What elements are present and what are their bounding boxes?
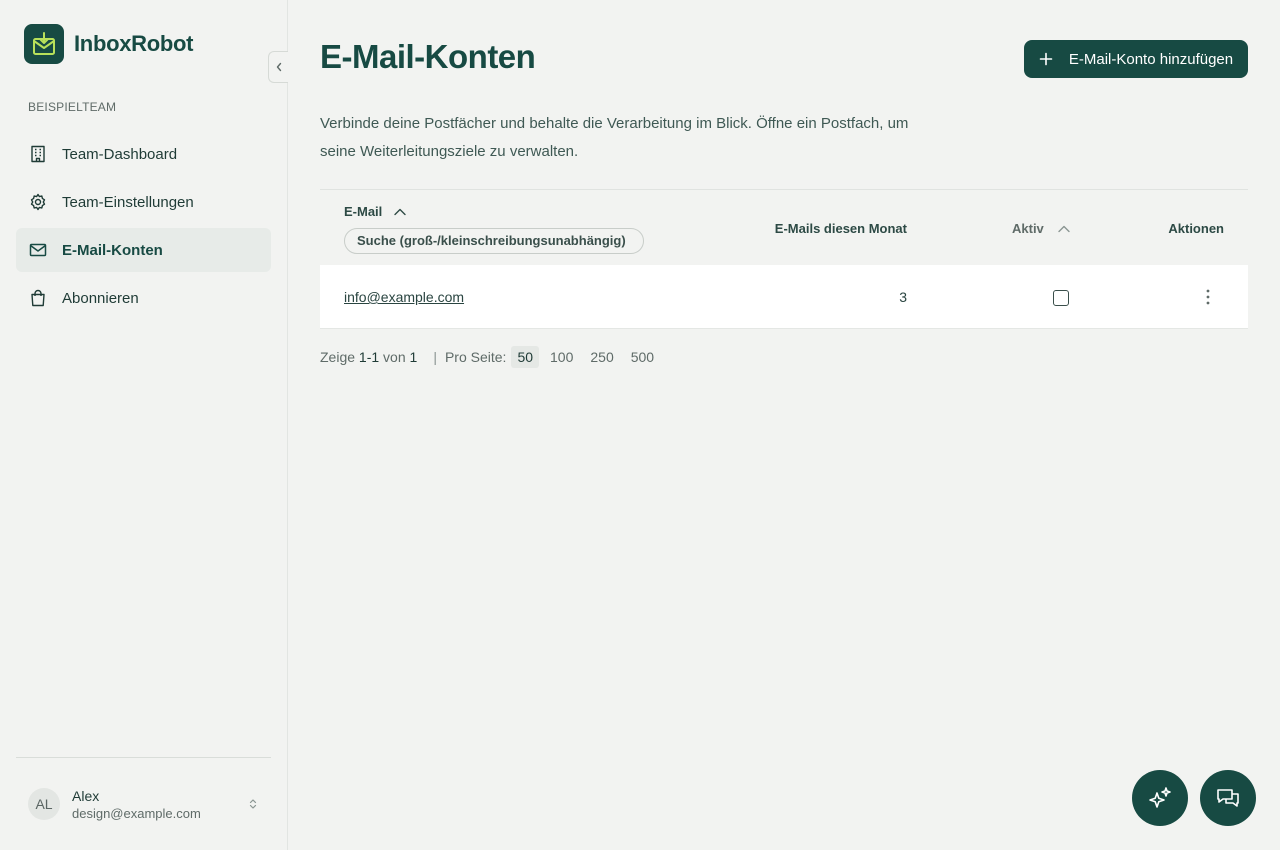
app-name: InboxRobot (74, 31, 194, 56)
sidebar-item-label: Team-Dashboard (62, 145, 178, 163)
sort-ascending-icon (394, 208, 406, 215)
sidebar-item-team-dashboard[interactable]: Team-Dashboard (16, 132, 271, 176)
chat-bubbles-icon (1217, 789, 1239, 807)
column-header-active[interactable]: Aktiv (1012, 221, 1070, 236)
row-actions-button[interactable] (1199, 287, 1217, 307)
add-button-label: E-Mail-Konto hinzufügen (1068, 50, 1234, 68)
ai-assistant-button[interactable] (1132, 770, 1188, 826)
more-vertical-icon (1206, 289, 1210, 305)
pagination-of-label: von (383, 349, 406, 365)
per-page-option-250[interactable]: 250 (584, 346, 619, 368)
chat-support-button[interactable] (1200, 770, 1256, 826)
column-header-email[interactable]: E-Mail (344, 204, 406, 219)
sidebar-collapse-button[interactable] (268, 51, 288, 83)
active-checkbox[interactable] (1053, 290, 1069, 306)
emails-this-month-value: 3 (899, 289, 907, 305)
user-email: design@example.com (72, 805, 201, 821)
sidebar-item-subscribe[interactable]: Abonnieren (16, 276, 271, 320)
sidebar-item-label: Team-Einstellungen (62, 193, 194, 211)
user-info: Alex design@example.com (72, 788, 201, 821)
avatar: AL (28, 788, 60, 820)
gear-icon (28, 192, 48, 212)
mail-icon (28, 240, 48, 260)
page-title: E-Mail-Konten (320, 38, 536, 75)
column-header-label: E-Mail (344, 204, 383, 219)
pagination: Zeige 1-1 von 1 | Pro Seite: 50 100 250 … (320, 345, 660, 369)
shopping-bag-icon (28, 288, 48, 308)
sidebar-nav: Team-Dashboard Team-Einstellungen E-Mail… (16, 132, 271, 324)
sidebar: InboxRobot BEISPIELTEAM Team-Dashboard T… (0, 0, 288, 850)
sidebar-item-label: E-Mail-Konten (62, 241, 163, 259)
sidebar-item-label: Abonnieren (62, 289, 139, 307)
page-description: Verbinde deine Postfächer und behalte di… (320, 115, 909, 160)
pagination-total: 1 (409, 349, 418, 365)
column-header-emails-this-month[interactable]: E-Mails diesen Monat (775, 221, 907, 236)
chevron-left-icon (276, 62, 281, 72)
column-header-label: Aktiv (1012, 221, 1044, 236)
chevron-up-down-icon (249, 799, 257, 809)
per-page-option-50[interactable]: 50 (511, 346, 540, 368)
user-name: Alex (72, 787, 100, 804)
team-name-label: BEISPIELTEAM (28, 100, 117, 114)
email-account-link[interactable]: info@example.com (344, 289, 464, 305)
add-email-account-button[interactable]: E-Mail-Konto hinzufügen (1024, 40, 1248, 78)
plus-icon (1039, 52, 1053, 66)
table-header: E-Mail Suche (groß-/kleinschreibungsunab… (320, 189, 1248, 265)
pagination-separator: | (433, 349, 437, 365)
inbox-robot-logo-icon (24, 24, 64, 64)
email-search-input[interactable]: Suche (groß-/kleinschreibungsunabhängig) (344, 228, 644, 254)
pagination-range: 1-1 (358, 349, 380, 365)
user-menu[interactable]: AL Alex design@example.com (16, 757, 271, 850)
sparkles-icon (1149, 787, 1171, 808)
email-accounts-table: E-Mail Suche (groß-/kleinschreibungsunab… (320, 189, 1248, 329)
per-page-option-500[interactable]: 500 (625, 346, 660, 368)
sidebar-item-team-settings[interactable]: Team-Einstellungen (16, 180, 271, 224)
sort-icon (1058, 225, 1070, 232)
app-logo[interactable]: InboxRobot (24, 24, 194, 64)
pagination-prefix: Zeige (320, 349, 356, 365)
table-row[interactable]: info@example.com 3 (320, 265, 1248, 329)
building-icon (28, 144, 48, 164)
column-header-actions: Aktionen (1168, 221, 1224, 236)
per-page-label: Pro Seite: (444, 349, 507, 365)
per-page-option-100[interactable]: 100 (544, 346, 579, 368)
sidebar-item-email-accounts[interactable]: E-Mail-Konten (16, 228, 271, 272)
